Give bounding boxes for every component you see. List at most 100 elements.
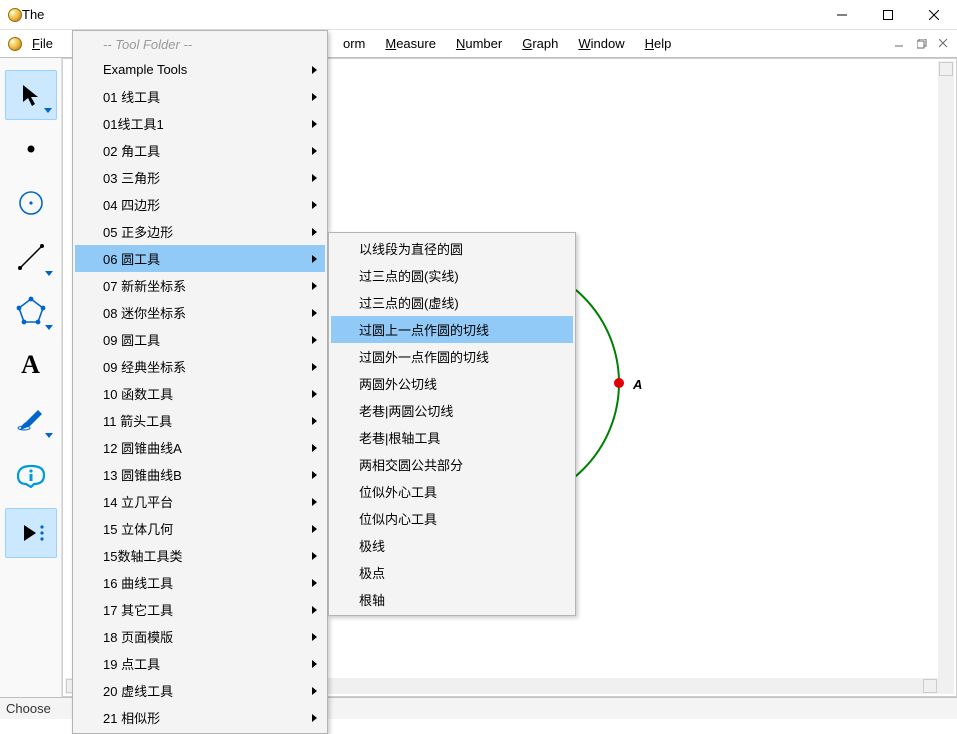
close-button[interactable] — [911, 0, 957, 30]
circle-tool-item[interactable]: 两圆外公切线 — [331, 370, 573, 397]
circle-tool-item[interactable]: 过三点的圆(虚线) — [331, 289, 573, 316]
tool-folder-item[interactable]: 01 线工具 — [75, 83, 325, 110]
circle-tool-item[interactable]: 根轴 — [331, 586, 573, 613]
menu-number[interactable]: Number — [446, 30, 512, 58]
menu-item-label: 05 正多边形 — [103, 222, 173, 241]
menu-file[interactable]: File — [22, 30, 63, 58]
scroll-corner — [938, 678, 954, 694]
tool-folder-item[interactable]: 07 新新坐标系 — [75, 272, 325, 299]
menu-item-label: 老巷|两圆公切线 — [359, 401, 453, 420]
polygon-tool[interactable] — [5, 286, 57, 336]
circle-tool-item[interactable]: 极线 — [331, 532, 573, 559]
chevron-right-icon — [312, 174, 317, 182]
chevron-right-icon — [312, 444, 317, 452]
circle-tool-item[interactable]: 过圆上一点作圆的切线 — [331, 316, 573, 343]
tool-folder-item[interactable]: 03 三角形 — [75, 164, 325, 191]
menu-item-label: 老巷|根轴工具 — [359, 428, 440, 447]
menu-help[interactable]: Help — [635, 30, 682, 58]
tool-folder-item[interactable]: 09 经典坐标系 — [75, 353, 325, 380]
point-tool[interactable] — [5, 124, 57, 174]
menu-item-label: 16 曲线工具 — [103, 573, 173, 592]
chevron-right-icon — [312, 498, 317, 506]
tool-folder-item[interactable]: 06 圆工具 — [75, 245, 325, 272]
menu-item-label: 根轴 — [359, 590, 385, 609]
window-title: The — [22, 7, 44, 22]
chevron-right-icon — [312, 687, 317, 695]
submenu-indicator-icon — [44, 108, 52, 113]
point-label: A — [632, 377, 642, 392]
window-controls — [819, 0, 957, 30]
tool-folder-item[interactable]: 01线工具1 — [75, 110, 325, 137]
tool-folder-item[interactable]: 18 页面模版 — [75, 623, 325, 650]
tool-folder-item[interactable]: Example Tools — [75, 56, 325, 83]
menu-measure[interactable]: Measure — [375, 30, 446, 58]
circle-tool-item[interactable]: 过圆外一点作圆的切线 — [331, 343, 573, 370]
tool-folder-menu[interactable]: -- Tool Folder -- Example Tools01 线工具01线… — [72, 30, 328, 734]
info-tool[interactable] — [5, 448, 57, 498]
tool-folder-item[interactable]: 12 圆锥曲线A — [75, 434, 325, 461]
menu-item-label: 15 立体几何 — [103, 519, 173, 538]
menu-item-label: 过三点的圆(虚线) — [359, 293, 459, 312]
menu-orm[interactable]: orm — [333, 30, 375, 58]
circle-tool-item[interactable]: 位似外心工具 — [331, 478, 573, 505]
tool-folder-item[interactable]: 10 函数工具 — [75, 380, 325, 407]
chevron-right-icon — [312, 660, 317, 668]
circle-tool-item[interactable]: 两相交圆公共部分 — [331, 451, 573, 478]
circle-tool-item[interactable]: 位似内心工具 — [331, 505, 573, 532]
line-tool[interactable] — [5, 232, 57, 282]
maximize-button[interactable] — [865, 0, 911, 30]
menu-item-label: 两相交圆公共部分 — [359, 455, 463, 474]
circle-tool-item[interactable]: 极点 — [331, 559, 573, 586]
tool-folder-item[interactable]: 15数轴工具类 — [75, 542, 325, 569]
menu-item-label: 13 圆锥曲线B — [103, 465, 182, 484]
tool-folder-item[interactable]: 19 点工具 — [75, 650, 325, 677]
tool-folder-item[interactable]: 04 四边形 — [75, 191, 325, 218]
submenu-indicator-icon — [45, 325, 53, 330]
custom-tool[interactable] — [5, 508, 57, 558]
tool-folder-item[interactable]: 14 立几平台 — [75, 488, 325, 515]
tool-folder-item[interactable]: 17 其它工具 — [75, 596, 325, 623]
chevron-right-icon — [312, 390, 317, 398]
chevron-right-icon — [312, 201, 317, 209]
menu-item-label: 过圆上一点作圆的切线 — [359, 320, 489, 339]
tool-folder-item[interactable]: 11 箭头工具 — [75, 407, 325, 434]
pen-tool[interactable] — [5, 394, 57, 444]
circle-tool-item[interactable]: 老巷|根轴工具 — [331, 424, 573, 451]
menu-item-label: 03 三角形 — [103, 168, 160, 187]
tool-folder-item[interactable]: 13 圆锥曲线B — [75, 461, 325, 488]
point-A — [614, 378, 624, 388]
mdi-restore[interactable] — [913, 36, 931, 52]
menu-item-label: 18 页面模版 — [103, 627, 173, 646]
circle-tool-item[interactable]: 老巷|两圆公切线 — [331, 397, 573, 424]
menu-window[interactable]: Window — [568, 30, 634, 58]
chevron-right-icon — [312, 336, 317, 344]
circle-tool[interactable] — [5, 178, 57, 228]
mdi-minimize[interactable] — [891, 36, 909, 52]
tool-folder-item[interactable]: 16 曲线工具 — [75, 569, 325, 596]
vertical-toolbar: A — [0, 58, 62, 697]
menu-item-label: 08 迷你坐标系 — [103, 303, 186, 322]
vertical-scrollbar[interactable] — [938, 61, 954, 678]
tool-folder-item[interactable]: 20 虚线工具 — [75, 677, 325, 704]
mdi-close[interactable] — [935, 36, 953, 52]
tool-folder-item[interactable]: 08 迷你坐标系 — [75, 299, 325, 326]
menu-item-label: 21 相似形 — [103, 708, 160, 727]
circle-tool-item[interactable]: 以线段为直径的圆 — [331, 235, 573, 262]
text-tool[interactable]: A — [5, 340, 57, 390]
menu-item-label: 极线 — [359, 536, 385, 555]
chevron-right-icon — [312, 66, 317, 74]
tool-folder-item[interactable]: 02 角工具 — [75, 137, 325, 164]
tool-folder-item[interactable]: 15 立体几何 — [75, 515, 325, 542]
menu-item-label: 10 函数工具 — [103, 384, 173, 403]
document-icon — [8, 37, 22, 51]
circle-tools-submenu[interactable]: 以线段为直径的圆过三点的圆(实线) 过三点的圆(虚线) 过圆上一点作圆的切线过圆外一… — [328, 232, 576, 616]
circle-tool-item[interactable]: 过三点的圆(实线) — [331, 262, 573, 289]
arrow-tool[interactable] — [5, 70, 57, 120]
menu-item-label: 位似外心工具 — [359, 482, 437, 501]
minimize-button[interactable] — [819, 0, 865, 30]
tool-folder-item[interactable]: 21 相似形 — [75, 704, 325, 731]
menu-graph[interactable]: Graph — [512, 30, 568, 58]
tool-folder-item[interactable]: 05 正多边形 — [75, 218, 325, 245]
menu-item-label: 17 其它工具 — [103, 600, 173, 619]
tool-folder-item[interactable]: 09 圆工具 — [75, 326, 325, 353]
